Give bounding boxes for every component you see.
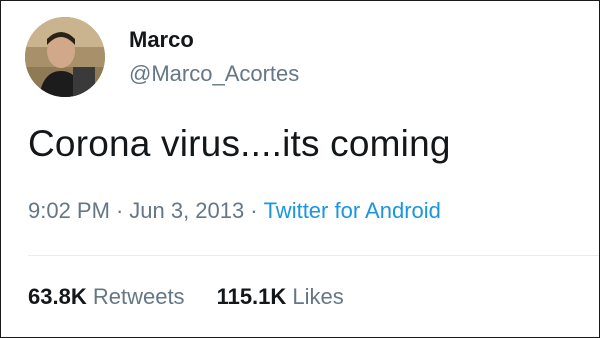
retweets-label: Retweets — [92, 284, 185, 309]
tweet-text: Corona virus....its coming — [28, 123, 451, 164]
meta-separator: · — [250, 198, 258, 223]
meta-separator: · — [115, 198, 124, 223]
likes-stat[interactable]: 115.1K Likes — [217, 284, 344, 310]
tweet-time[interactable]: 9:02 PM — [28, 198, 110, 223]
display-name[interactable]: Marco — [129, 27, 194, 53]
retweets-stat[interactable]: 63.8K Retweets — [28, 284, 185, 310]
likes-count: 115.1K — [216, 284, 287, 309]
divider — [28, 255, 599, 256]
user-handle[interactable]: @Marco_Acortes — [129, 61, 299, 87]
avatar[interactable] — [25, 17, 105, 97]
avatar-photo — [25, 17, 105, 97]
tweet-stats: 63.8K Retweets 115.1K Likes — [28, 284, 344, 310]
source-link[interactable]: Twitter for Android — [264, 198, 441, 223]
tweet-date[interactable]: Jun 3, 2013 — [129, 198, 244, 223]
tweet-card: Marco @Marco_Acortes Corona virus....its… — [0, 0, 600, 338]
tweet-meta: 9:02 PM · Jun 3, 2013 · Twitter for Android — [28, 198, 441, 224]
retweets-count: 63.8K — [28, 284, 87, 309]
likes-label: Likes — [292, 284, 344, 309]
